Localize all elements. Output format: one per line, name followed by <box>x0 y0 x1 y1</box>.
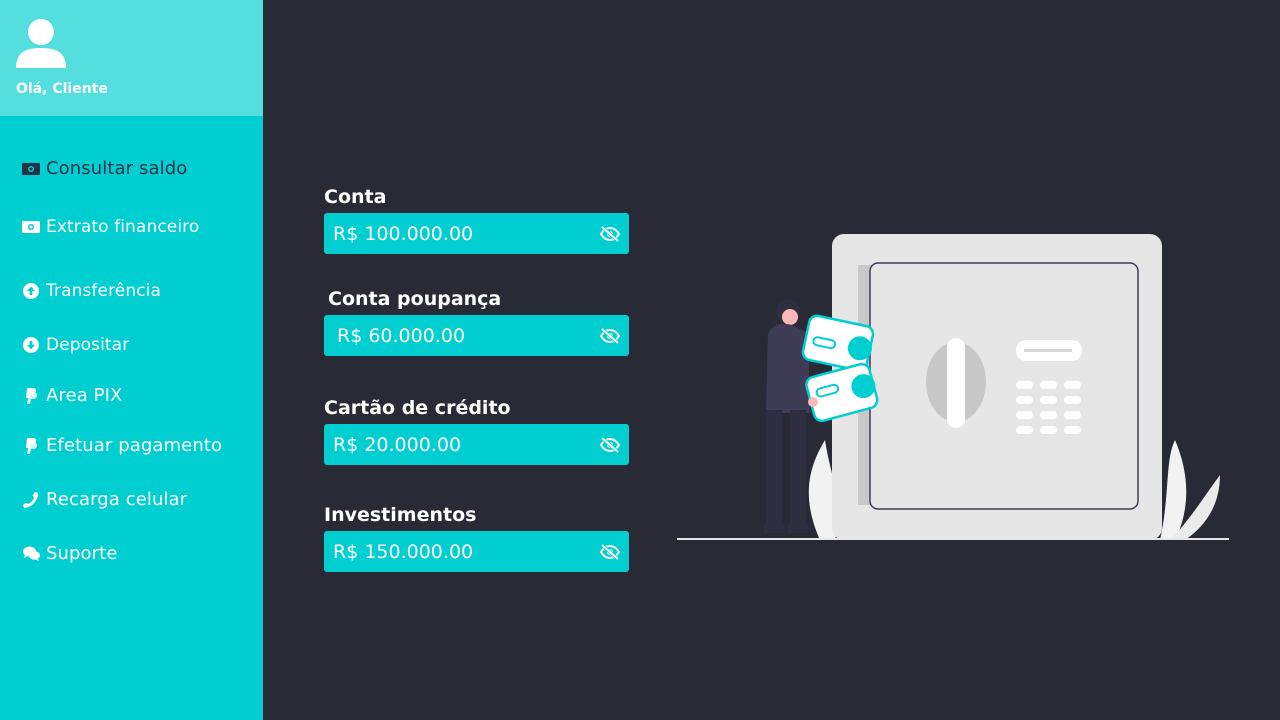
sidebar-item-label: Extrato financeiro <box>46 217 200 237</box>
account-balance-field: R$ 100.000.00 <box>324 213 629 254</box>
paypal-icon <box>22 437 40 454</box>
arrow-circle-down-icon <box>22 337 40 353</box>
money-bill-icon <box>22 161 40 177</box>
sidebar-item-extrato-financeiro[interactable]: Extrato financeiro <box>22 217 199 237</box>
eye-slash-icon[interactable] <box>599 541 621 563</box>
sidebar-item-area-pix[interactable]: Area PIX <box>22 385 122 406</box>
account-label: Investimentos <box>324 504 477 526</box>
phone-icon <box>22 491 40 508</box>
account-label: Conta <box>324 186 387 208</box>
greeting-text: Olá, Cliente <box>16 81 108 97</box>
account-value: R$ 100.000.00 <box>333 222 474 245</box>
account-balance-field: R$ 20.000.00 <box>324 424 629 465</box>
account-label: Cartão de crédito <box>324 397 511 419</box>
eye-slash-icon[interactable] <box>599 223 621 245</box>
sidebar-item-label: Depositar <box>46 335 130 355</box>
sidebar-item-label: Area PIX <box>46 385 123 406</box>
sidebar-item-consultar-saldo[interactable]: Consultar saldo <box>22 158 187 179</box>
account-value: R$ 20.000.00 <box>333 433 462 456</box>
account-value: R$ 60.000.00 <box>337 324 466 347</box>
account-balance-field: R$ 150.000.00 <box>324 531 629 572</box>
sidebar-item-label: Transferência <box>46 281 162 301</box>
sidebar-item-suporte[interactable]: Suporte <box>22 543 118 564</box>
sidebar: Olá, Cliente Consultar saldo Extrato fin… <box>0 0 263 720</box>
paypal-icon <box>22 387 40 404</box>
sidebar-item-label: Suporte <box>46 543 118 564</box>
account-balance-field: R$ 60.000.00 <box>324 315 629 356</box>
safe-illustration <box>677 234 1229 540</box>
account-value: R$ 150.000.00 <box>333 540 474 563</box>
eye-slash-icon[interactable] <box>599 325 621 347</box>
app-root: Olá, Cliente Consultar saldo Extrato fin… <box>0 0 1280 720</box>
sidebar-header: Olá, Cliente <box>0 0 263 116</box>
comments-icon <box>22 546 40 562</box>
account-label: Conta poupança <box>328 288 502 310</box>
sidebar-item-efetuar-pagamento[interactable]: Efetuar pagamento <box>22 435 222 456</box>
sidebar-item-label: Recarga celular <box>46 489 188 510</box>
user-avatar-icon <box>16 19 66 68</box>
arrow-circle-up-icon <box>22 283 40 299</box>
sidebar-item-transferencia[interactable]: Transferência <box>22 281 161 301</box>
eye-slash-icon[interactable] <box>599 434 621 456</box>
sidebar-item-recarga-celular[interactable]: Recarga celular <box>22 489 187 510</box>
money-bill-icon <box>22 219 40 235</box>
sidebar-item-label: Consultar saldo <box>46 158 188 179</box>
sidebar-item-label: Efetuar pagamento <box>46 435 223 456</box>
sidebar-item-depositar[interactable]: Depositar <box>22 335 129 355</box>
